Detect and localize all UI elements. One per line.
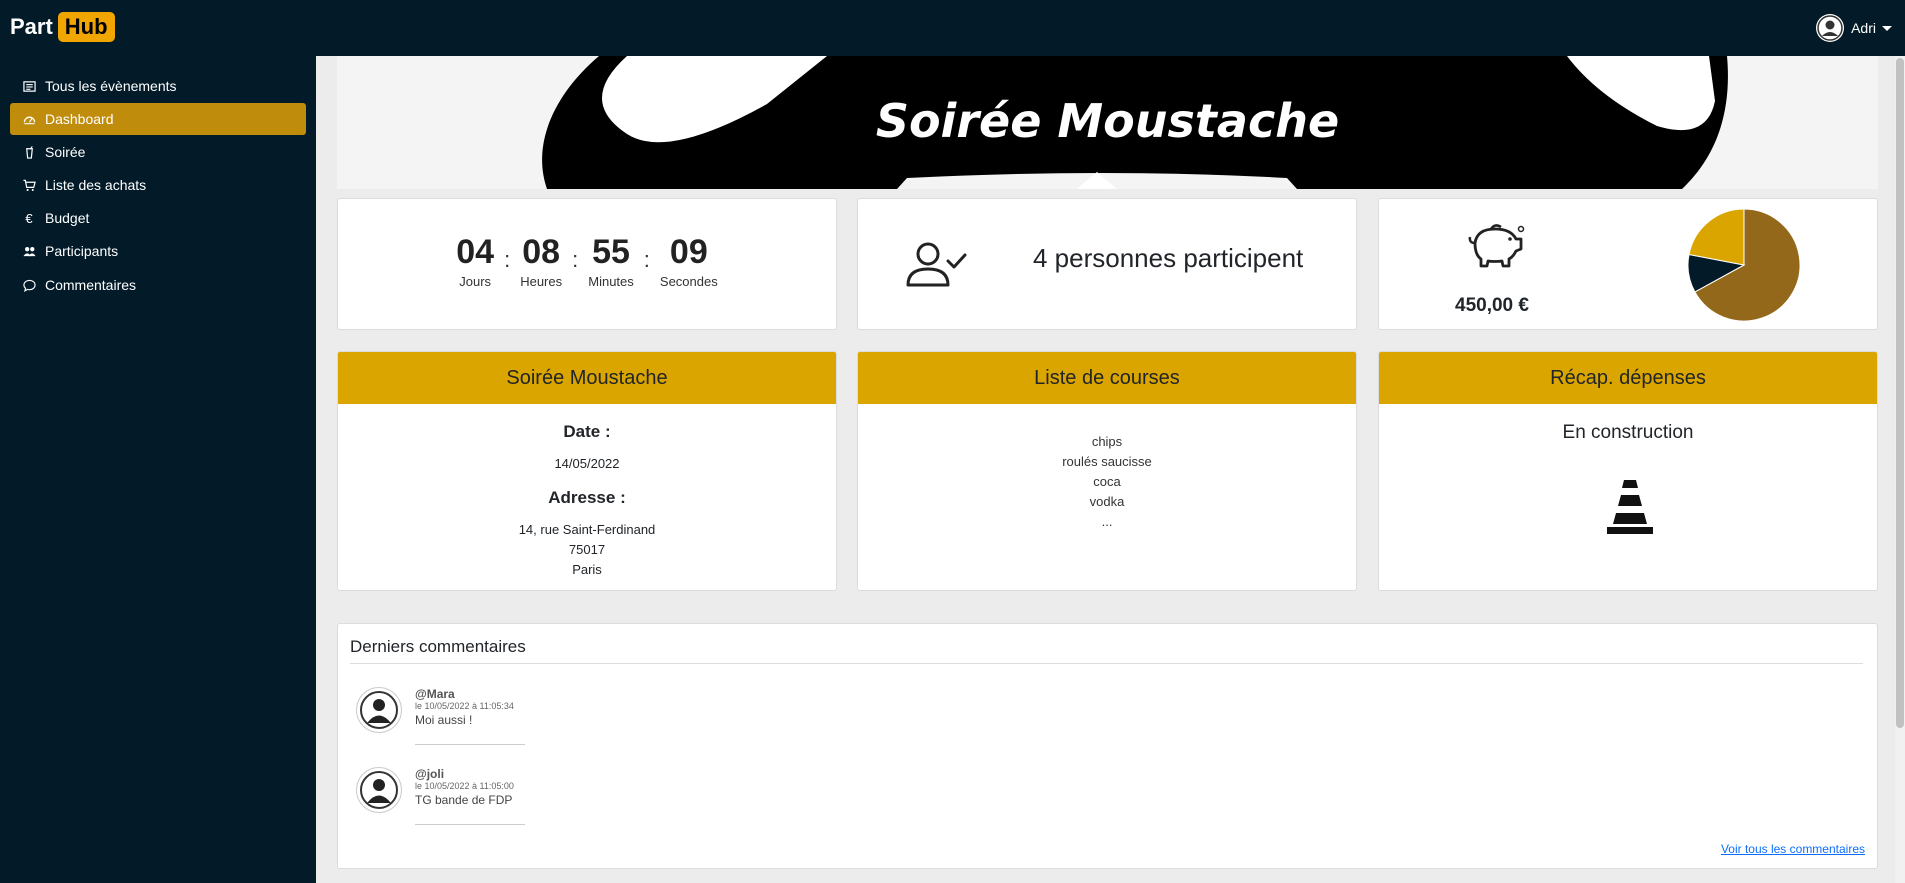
countdown-separator: : (643, 247, 650, 272)
countdown-days-value: 04 (456, 233, 495, 271)
scrollbar-thumb[interactable] (1896, 58, 1904, 728)
expenses-header: Récap. dépenses (1379, 352, 1877, 404)
address-label: Adresse : (548, 488, 626, 507)
sidebar-item-budget[interactable]: € Budget (10, 202, 306, 234)
event-info-card: Soirée Moustache Date : 14/05/2022 Adres… (337, 351, 837, 591)
countdown-hours: 08 Heures (520, 233, 562, 289)
chevron-down-icon (1882, 25, 1892, 31)
participants-card[interactable]: 4 personnes participent (857, 198, 1357, 330)
sidebar-item-soiree[interactable]: Soirée (10, 136, 306, 168)
comment-author: @joli (415, 767, 445, 781)
euro-icon: € (25, 210, 33, 226)
cart-icon (22, 178, 36, 192)
user-check-icon (906, 242, 967, 287)
comment-date: le 10/05/2022 à 11:05:00 (415, 781, 514, 791)
countdown-minutes-label: Minutes (588, 274, 634, 289)
countdown-seconds-value: 09 (669, 233, 708, 271)
comments-divider (350, 663, 1863, 664)
address-postcode: 75017 (568, 542, 606, 557)
countdown-minutes-value: 55 (592, 233, 630, 271)
chat-icon (22, 278, 36, 292)
comment-divider (415, 744, 525, 745)
address-street: 14, rue Saint-Ferdinand (518, 522, 656, 537)
user-menu[interactable]: Adri (1816, 14, 1892, 42)
sidebar-item-label: Soirée (45, 144, 86, 160)
top-navbar: Part Hub Adri (0, 0, 1905, 56)
shopping-item: ... (1101, 514, 1113, 529)
event-date: 14/05/2022 (554, 456, 620, 471)
countdown-seconds-label: Secondes (659, 274, 718, 289)
sidebar-item-label: Liste des achats (45, 177, 147, 193)
budget-card[interactable]: 450,00 € (1378, 198, 1878, 330)
comment-text: TG bande de FDP (415, 793, 513, 807)
comments-title: Derniers commentaires (350, 637, 526, 656)
see-all-comments-link[interactable]: Voir tous les commentaires (1721, 842, 1865, 856)
countdown-minutes: 55 Minutes (588, 233, 634, 289)
sidebar-item-label: Commentaires (45, 277, 137, 293)
user-avatar-icon (1816, 14, 1845, 42)
comments-card: Derniers commentaires @Mara le 10/05/202… (337, 623, 1878, 869)
shopping-list-card[interactable]: Liste de courses chips roulés saucisse c… (857, 351, 1357, 591)
dashboard-icon (22, 112, 36, 126)
countdown-hours-label: Heures (520, 274, 563, 289)
countdown: 04 Jours : 08 Heures : 55 Minutes : 09 S… (338, 199, 836, 289)
sidebar-item-label: Budget (45, 210, 90, 226)
sidebar-item-label: Tous les évènements (45, 78, 177, 94)
sidebar-item-participants[interactable]: Participants (10, 235, 306, 267)
brand-hub: Hub (57, 12, 115, 42)
comment-divider (415, 824, 525, 825)
participants-count: 4 personnes participent (1033, 243, 1304, 273)
banner-title: Soirée Moustache (875, 94, 1340, 148)
comment-author: @Mara (415, 687, 455, 701)
sidebar: Tous les évènements Dashboard Soirée Lis… (0, 56, 316, 883)
sidebar-item-label: Participants (45, 243, 119, 259)
piggy-bank-icon (1468, 224, 1525, 268)
event-info-header: Soirée Moustache (338, 352, 836, 404)
comment-text: Moi aussi ! (415, 713, 473, 727)
comment-avatar-icon (356, 687, 402, 733)
shopping-item: roulés saucisse (1062, 454, 1152, 469)
sidebar-item-comments[interactable]: Commentaires (10, 269, 306, 301)
countdown-card: 04 Jours : 08 Heures : 55 Minutes : 09 S… (337, 198, 837, 330)
shopping-item: vodka (1089, 494, 1125, 509)
brand-part: Part (10, 14, 53, 39)
address-city: Paris (572, 562, 602, 577)
brand-logo[interactable]: Part Hub (10, 12, 115, 42)
shopping-item: chips (1091, 434, 1123, 449)
glass-icon (22, 145, 36, 159)
people-icon (22, 244, 36, 258)
countdown-separator: : (504, 247, 511, 272)
countdown-separator: : (572, 247, 579, 272)
shopping-list-header: Liste de courses (858, 352, 1356, 404)
expenses-card: Récap. dépenses En construction (1378, 351, 1878, 591)
sidebar-item-purchases[interactable]: Liste des achats (10, 169, 306, 201)
user-name: Adri (1851, 20, 1876, 36)
countdown-hours-value: 08 (522, 233, 561, 271)
sidebar-item-dashboard[interactable]: Dashboard (10, 103, 306, 135)
budget-amount: 450,00 € (1455, 295, 1529, 316)
list-icon (22, 79, 36, 93)
date-label: Date : (563, 422, 611, 441)
budget-pie-chart (1687, 208, 1801, 322)
countdown-seconds: 09 Secondes (660, 233, 718, 289)
countdown-days-label: Jours (459, 274, 492, 289)
countdown-days: 04 Jours (456, 233, 494, 289)
sidebar-item-events[interactable]: Tous les évènements (10, 70, 306, 102)
shopping-item: coca (1093, 474, 1121, 489)
comment-date: le 10/05/2022 à 11:05:34 (415, 701, 514, 711)
sidebar-item-label: Dashboard (45, 111, 114, 127)
event-banner: Soirée Moustache (337, 56, 1878, 189)
comment-avatar-icon (356, 767, 402, 813)
traffic-cone-icon (1607, 480, 1653, 534)
expenses-status: En construction (1562, 422, 1694, 443)
